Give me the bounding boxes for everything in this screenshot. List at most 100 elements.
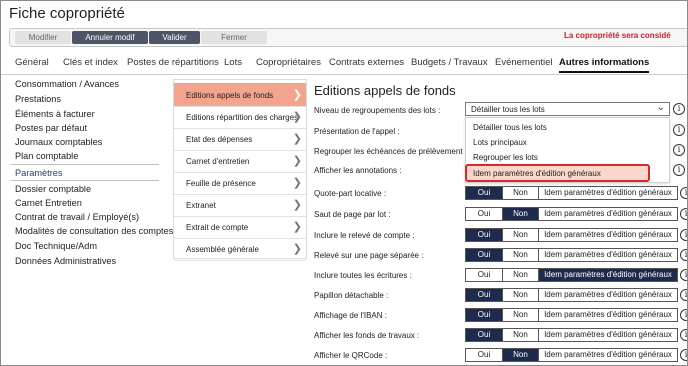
sidebar-item-carnet-entretien[interactable]: Carnet Entretien	[15, 198, 82, 208]
idem-option[interactable]: Idem paramètres d'édition généraux	[538, 289, 677, 301]
field-label: Saut de page par lot :	[314, 210, 391, 219]
submenu-item-label: Editions répartition des charges	[186, 113, 299, 122]
dropdown-option-highlighted[interactable]: Idem paramètres d'édition généraux	[465, 164, 650, 182]
info-icon[interactable]: i	[673, 144, 685, 156]
idem-option[interactable]: Idem paramètres d'édition généraux	[538, 309, 677, 321]
oui-option[interactable]: Oui	[466, 329, 502, 341]
submenu-item-carnet-entretien[interactable]: Carnet d'entretien ❯	[174, 149, 306, 173]
sidebar-item-elements-facturer[interactable]: Éléments à facturer	[15, 109, 95, 119]
dropdown-option[interactable]: Lots principaux	[473, 138, 527, 147]
submenu-item-repartition-charges[interactable]: Editions répartition des charges ❯	[174, 105, 306, 129]
submenu-item-assemblee-generale[interactable]: Assemblée générale ❯	[174, 237, 306, 261]
chevron-right-icon: ❯	[292, 133, 302, 145]
modifier-button[interactable]: Modifier	[15, 31, 71, 44]
info-icon[interactable]: i	[680, 249, 687, 261]
info-icon[interactable]: i	[680, 329, 687, 341]
chevron-right-icon: ❯	[292, 243, 302, 255]
idem-option[interactable]: Idem paramètres d'édition généraux	[538, 229, 677, 241]
field-label: Relevé sur une page séparée :	[314, 251, 424, 260]
non-option[interactable]: Non	[502, 289, 538, 301]
info-icon[interactable]: i	[680, 208, 687, 220]
submenu-item-extranet[interactable]: Extranet ❯	[174, 193, 306, 217]
tab-evenementiel[interactable]: Evénementiel	[495, 57, 553, 68]
submenu-item-label: Etat des dépenses	[186, 135, 253, 144]
info-icon[interactable]: i	[680, 349, 687, 361]
tab-autres-informations[interactable]: Autres informations	[559, 57, 650, 73]
idem-option[interactable]: Idem paramètres d'édition généraux	[538, 349, 677, 361]
oui-option[interactable]: Oui	[466, 269, 502, 281]
info-icon[interactable]: i	[673, 103, 685, 115]
field-label: Quote-part locative :	[314, 189, 387, 198]
sidebar-item-consommation[interactable]: Consommation / Avances	[15, 79, 119, 89]
sidebar-item-modalites[interactable]: Modalités de consultation des comptes	[15, 226, 173, 236]
non-option[interactable]: Non	[502, 208, 538, 220]
oui-option[interactable]: Oui	[466, 229, 502, 241]
non-option[interactable]: Non	[502, 349, 538, 361]
idem-option[interactable]: Idem paramètres d'édition généraux	[538, 249, 677, 261]
oui-non-idem-toggle: Oui Non Idem paramètres d'édition généraux	[465, 288, 678, 302]
oui-option[interactable]: Oui	[466, 349, 502, 361]
sidebar-item-postes-defaut[interactable]: Postes par défaut	[15, 123, 87, 133]
sidebar-item-contrat-travail[interactable]: Contrat de travail / Employé(s)	[15, 212, 139, 222]
idem-option[interactable]: Idem paramètres d'édition généraux	[538, 187, 677, 199]
oui-option[interactable]: Oui	[466, 208, 502, 220]
dropdown-option[interactable]: Regrouper les lots	[473, 153, 538, 162]
chevron-right-icon: ❯	[292, 199, 302, 211]
info-icon[interactable]: i	[673, 164, 685, 176]
sidebar-item-donnees-admin[interactable]: Données Administratives	[15, 256, 116, 266]
oui-non-idem-toggle: Oui Non Idem paramètres d'édition généraux	[465, 248, 678, 262]
field-label: Afficher les fonds de travaux :	[314, 331, 420, 340]
tab-general[interactable]: Général	[15, 57, 49, 68]
sidebar-item-plan-comptable[interactable]: Plan comptable	[15, 151, 78, 161]
regroupement-select[interactable]: Détailler tous les lots ⌄	[465, 102, 670, 116]
oui-option[interactable]: Oui	[466, 249, 502, 261]
non-option[interactable]: Non	[502, 249, 538, 261]
non-option[interactable]: Non	[502, 309, 538, 321]
oui-non-idem-toggle: Oui Non Idem paramètres d'édition généraux	[465, 186, 678, 200]
oui-non-idem-toggle: Oui Non Idem paramètres d'édition généraux	[465, 328, 678, 342]
idem-option[interactable]: Idem paramètres d'édition généraux	[538, 269, 677, 281]
non-option[interactable]: Non	[502, 269, 538, 281]
dropdown-option-label: Idem paramètres d'édition généraux	[473, 169, 601, 178]
chevron-right-icon: ❯	[292, 177, 302, 189]
sidebar-divider	[11, 164, 159, 165]
non-option[interactable]: Non	[502, 229, 538, 241]
info-icon[interactable]: i	[680, 187, 687, 199]
sidebar-item-prestations[interactable]: Prestations	[15, 94, 61, 104]
info-icon[interactable]: i	[680, 289, 687, 301]
sidebar-item-dossier-comptable[interactable]: Dossier comptable	[15, 184, 91, 194]
submenu-item-extrait-compte[interactable]: Extrait de compte ❯	[174, 215, 306, 239]
dropdown-option[interactable]: Détailler tous les lots	[473, 123, 547, 132]
tab-cles-index[interactable]: Clés et index	[63, 57, 118, 68]
tab-budgets-travaux[interactable]: Budgets / Travaux	[411, 57, 488, 68]
annuler-modif-button[interactable]: Annuler modif	[72, 31, 148, 44]
non-option[interactable]: Non	[502, 187, 538, 199]
idem-option[interactable]: Idem paramètres d'édition généraux	[538, 329, 677, 341]
info-icon[interactable]: i	[680, 229, 687, 241]
sidebar-divider	[11, 180, 159, 181]
submenu-item-feuille-presence[interactable]: Feuille de présence ❯	[174, 171, 306, 195]
info-icon[interactable]: i	[680, 269, 687, 281]
chevron-right-icon: ❯	[292, 111, 302, 123]
tab-postes-repartitions[interactable]: Postes de répartitions	[127, 57, 219, 68]
oui-option[interactable]: Oui	[466, 187, 502, 199]
chevron-right-icon: ❯	[292, 221, 302, 233]
idem-option[interactable]: Idem paramètres d'édition généraux	[538, 208, 677, 220]
oui-option[interactable]: Oui	[466, 289, 502, 301]
sidebar-item-journaux[interactable]: Journaux comptables	[15, 137, 102, 147]
tab-coproprietaires[interactable]: Copropriétaires	[256, 57, 321, 68]
info-icon[interactable]: i	[680, 309, 687, 321]
valider-button[interactable]: Valider	[149, 31, 200, 44]
oui-option[interactable]: Oui	[466, 309, 502, 321]
tab-lots[interactable]: Lots	[224, 57, 242, 68]
sidebar-item-doc-technique[interactable]: Doc Technique/Adm	[15, 241, 97, 251]
info-icon[interactable]: i	[673, 124, 685, 136]
submenu-item-etat-depenses[interactable]: Etat des dépenses ❯	[174, 127, 306, 151]
tab-contrats-externes[interactable]: Contrats externes	[329, 57, 404, 68]
sidebar-item-parametres[interactable]: Paramètres	[15, 168, 63, 178]
field-label: Affichage de l'IBAN :	[314, 311, 387, 320]
fermer-button[interactable]: Fermer	[201, 31, 267, 44]
warning-text: La copropriété sera considé	[564, 31, 671, 40]
submenu-item-appels-fonds[interactable]: Editions appels de fonds ❯	[174, 83, 306, 107]
non-option[interactable]: Non	[502, 329, 538, 341]
